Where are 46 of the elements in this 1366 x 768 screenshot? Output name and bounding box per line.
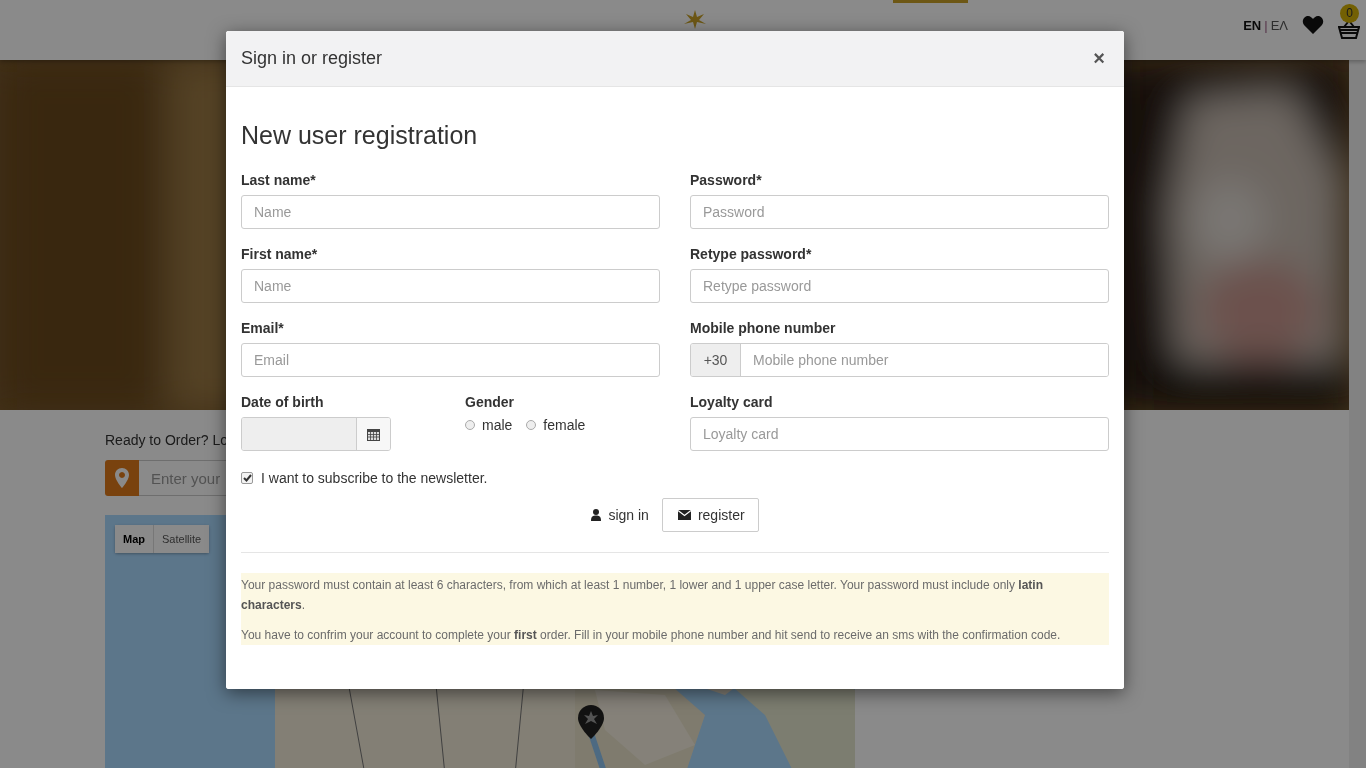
input-field[interactable]: Name	[241, 195, 660, 229]
input-field[interactable]: Retype password	[690, 269, 1109, 303]
field-label: Mobile phone number	[690, 320, 837, 336]
heart-icon[interactable]	[1302, 15, 1324, 35]
envelope-icon	[677, 510, 691, 520]
info-note: Your password must contain at least 6 characters, from which at least 1 number, 1 lower and 1 upper case letter. Your password must include only latin characters.	[241, 577, 1044, 614]
language-link[interactable]: EN	[1243, 17, 1262, 33]
field-label: First name*	[241, 246, 319, 262]
form-heading: New user registration	[241, 121, 479, 150]
checkbox-label: I want to subscribe to the newsletter.	[261, 470, 488, 486]
field-label: Date of birth	[241, 394, 325, 410]
check-icon	[242, 474, 252, 482]
scrollbar-track[interactable]	[1349, 60, 1366, 768]
field-label: Gender	[465, 394, 515, 410]
map-type-button[interactable]: Map	[115, 525, 153, 553]
radio-label: male	[482, 417, 513, 433]
map-type-button[interactable]: Satellite	[153, 525, 210, 553]
field-label: Email*	[241, 320, 285, 336]
user-icon	[591, 509, 602, 521]
field-label: Password*	[690, 172, 763, 188]
field-label: Retype password*	[690, 246, 813, 262]
input-field[interactable]: Password	[690, 195, 1109, 229]
location-button[interactable]	[105, 460, 139, 496]
cart-count-badge: 0	[1340, 4, 1359, 23]
map-marker-icon[interactable]	[578, 705, 604, 739]
field-label: Loyalty card	[690, 394, 774, 410]
sign-in-link[interactable]: sign in	[591, 507, 649, 523]
radio-button[interactable]	[526, 420, 537, 430]
radio-label: female	[543, 417, 586, 433]
language-link[interactable]: ΕΛ	[1270, 17, 1288, 33]
register-button[interactable]: register	[661, 498, 759, 532]
calendar-icon	[367, 427, 380, 441]
field-label: Last name*	[241, 172, 317, 188]
country-code-prefix: +30	[691, 344, 741, 376]
input-field[interactable]: Email	[241, 343, 660, 377]
input-field[interactable]: Loyalty card	[690, 417, 1109, 451]
checkbox[interactable]	[241, 472, 253, 484]
basket-icon[interactable]	[1338, 21, 1360, 39]
separator-text: |	[1264, 17, 1268, 33]
info-note: You have to confrim your account to complete your first order. Fill in your mobile phone number and hit send to receive an sms with the confirmation code.	[241, 627, 1062, 644]
radio-button[interactable]	[465, 420, 475, 430]
input-field[interactable]: Name	[241, 269, 660, 303]
close-button[interactable]: ×	[1089, 47, 1109, 70]
dialog-title: Sign in or register	[241, 48, 383, 69]
phone-field[interactable]: +30 Mobile phone number	[690, 343, 1109, 377]
map-pin-icon	[115, 468, 129, 488]
